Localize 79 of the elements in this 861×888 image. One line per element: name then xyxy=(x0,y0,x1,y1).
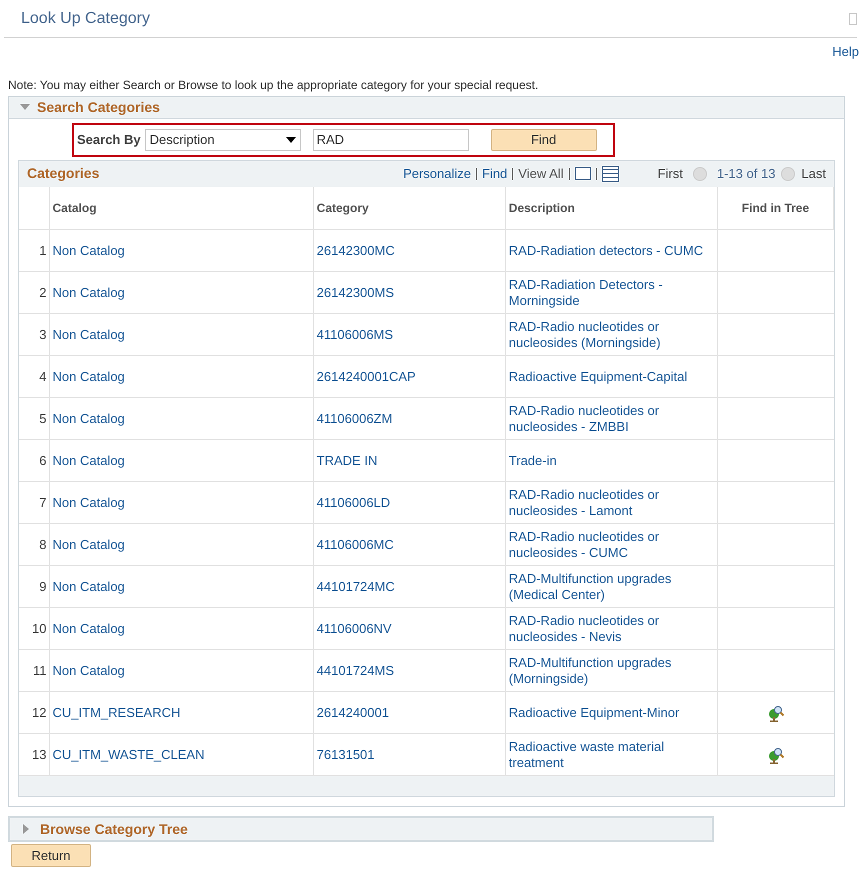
previous-icon[interactable] xyxy=(692,166,707,180)
catalog-link[interactable]: CU_ITM_WASTE_CLEAN xyxy=(52,746,204,762)
category-link[interactable]: 41106006ZM xyxy=(316,410,392,426)
column-header: Description xyxy=(505,186,718,230)
section-title: Search Categories xyxy=(37,98,160,117)
view-all-text: View All xyxy=(518,164,564,183)
row-number: 10 xyxy=(32,620,47,636)
field-label: Search By xyxy=(77,130,141,149)
description-link[interactable]: RAD-Radio nucleotides or nucleosides - Nevis xyxy=(508,612,714,644)
category-link[interactable]: 41106006MC xyxy=(316,536,394,552)
find-button[interactable]: Find xyxy=(490,128,597,150)
personalize-link[interactable]: Personalize xyxy=(403,164,471,184)
row-number: 11 xyxy=(33,662,47,678)
next-icon[interactable] xyxy=(781,166,796,180)
description-link[interactable]: Radioactive waste material treatment xyxy=(508,738,714,770)
page-range: 1-13 of 13 xyxy=(716,164,776,183)
category-link[interactable]: 41106006LD xyxy=(316,494,390,510)
column-header: Category xyxy=(313,186,506,230)
tree-search-icon[interactable] xyxy=(766,746,785,764)
description-link[interactable]: RAD-Radio nucleotides or nucleosides - CUMC xyxy=(508,528,714,560)
column-header: Find in Tree xyxy=(717,186,834,230)
find-link[interactable]: Find xyxy=(482,164,508,184)
window-title: Look Up Category xyxy=(21,8,150,28)
category-link[interactable]: 44101724MC xyxy=(316,578,395,594)
row-number: 12 xyxy=(32,704,47,720)
row-number: 5 xyxy=(39,410,47,426)
category-link[interactable]: 2614240001CAP xyxy=(316,368,416,384)
description-link[interactable]: RAD-Radiation detectors - CUMC xyxy=(508,242,704,258)
search-field[interactable]: RAD xyxy=(312,128,469,150)
catalog-link[interactable]: Non Catalog xyxy=(52,452,125,468)
description-link[interactable]: Radioactive Equipment-Minor xyxy=(508,704,680,720)
category-link[interactable]: 26142300MC xyxy=(316,242,395,258)
row-number: 13 xyxy=(32,746,47,762)
description-link[interactable]: Trade-in xyxy=(508,452,557,468)
help-link[interactable]: Help xyxy=(832,42,861,62)
tree-search-icon[interactable] xyxy=(766,704,785,722)
search-by-dropdown[interactable]: Description xyxy=(144,128,301,150)
row-number: 4 xyxy=(39,368,47,384)
column-header: Catalog xyxy=(49,186,314,230)
category-link[interactable]: 41106006MS xyxy=(316,326,394,342)
catalog-link[interactable]: Non Catalog xyxy=(52,410,125,426)
category-link[interactable]: 76131501 xyxy=(316,746,375,762)
section-title: Browse Category Tree xyxy=(40,820,188,839)
last-text: Last xyxy=(801,164,826,183)
catalog-link[interactable]: CU_ITM_RESEARCH xyxy=(52,704,180,720)
description-link[interactable]: RAD-Radio nucleotides or nucleosides (Morningside) xyxy=(508,318,714,350)
category-link[interactable]: 2614240001 xyxy=(316,704,389,720)
download-grid-icon[interactable] xyxy=(602,166,619,182)
description-link[interactable]: RAD-Multifunction upgrades (Medical Center) xyxy=(508,570,714,602)
catalog-link[interactable]: Non Catalog xyxy=(52,242,125,258)
category-link[interactable]: 26142300MS xyxy=(316,284,394,300)
catalog-link[interactable]: Non Catalog xyxy=(52,494,125,510)
caret-icon xyxy=(286,136,296,142)
catalog-link[interactable]: Non Catalog xyxy=(52,284,125,300)
catalog-link[interactable]: Non Catalog xyxy=(52,536,125,552)
description-link[interactable]: RAD-Radio nucleotides or nucleosides - Lamont xyxy=(508,486,714,518)
description-link[interactable]: RAD-Radio nucleotides or nucleosides - ZMBBI xyxy=(508,402,714,434)
row-number: 9 xyxy=(39,578,47,594)
grid-title: Categories xyxy=(27,164,100,183)
first-text: First xyxy=(658,164,683,183)
catalog-link[interactable]: Non Catalog xyxy=(52,662,125,678)
row-number: 6 xyxy=(39,452,47,468)
return-button[interactable]: Return xyxy=(11,844,91,867)
category-link[interactable]: 41106006NV xyxy=(316,620,392,636)
note-text: Note: You may either Search or Browse to look up the appropriate category for your special request. xyxy=(7,76,540,94)
description-link[interactable]: RAD-Radiation Detectors - Morningside xyxy=(508,276,714,308)
row-number: 2 xyxy=(39,284,47,300)
row-number: 7 xyxy=(39,494,47,510)
catalog-link[interactable]: Non Catalog xyxy=(52,578,125,594)
catalog-link[interactable]: Non Catalog xyxy=(52,620,125,636)
row-number: 1 xyxy=(39,242,47,258)
description-link[interactable]: Radioactive Equipment-Capital xyxy=(508,368,688,384)
description-link[interactable]: RAD-Multifunction upgrades (Morningside) xyxy=(508,654,714,686)
row-number: 3 xyxy=(39,326,47,342)
catalog-link[interactable]: Non Catalog xyxy=(52,326,125,342)
category-link[interactable]: TRADE IN xyxy=(316,452,378,468)
row-number: 8 xyxy=(39,536,47,552)
category-link[interactable]: 44101724MS xyxy=(316,662,394,678)
catalog-link[interactable]: Non Catalog xyxy=(52,368,125,384)
